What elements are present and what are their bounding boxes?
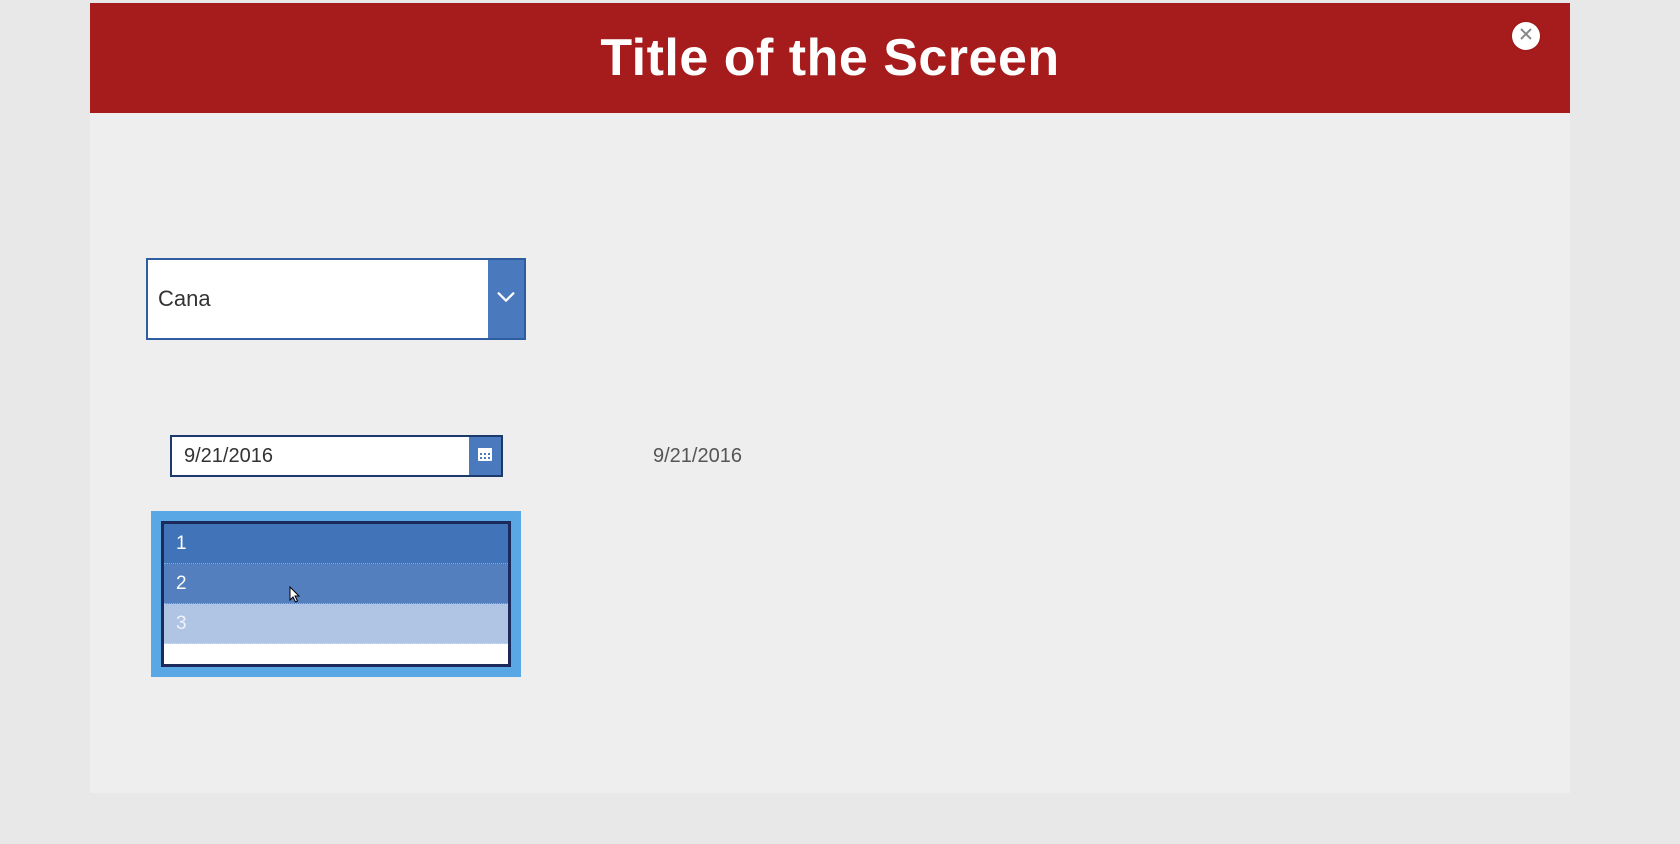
date-display-label: 9/21/2016 bbox=[653, 445, 742, 468]
combobox-dropdown-button[interactable] bbox=[488, 260, 524, 338]
content-area: 9/21/2016 1 2 3 bbox=[90, 113, 1570, 793]
country-combobox-input[interactable] bbox=[148, 260, 488, 338]
page-title: Title of the Screen bbox=[600, 28, 1059, 88]
list-item-label: 2 bbox=[176, 573, 187, 595]
date-picker[interactable] bbox=[170, 435, 503, 477]
chevron-down-icon bbox=[495, 286, 517, 313]
country-combobox[interactable] bbox=[146, 258, 526, 340]
list-item-label: 3 bbox=[176, 613, 187, 635]
list-item-empty[interactable] bbox=[164, 644, 508, 664]
header-bar: Title of the Screen bbox=[90, 3, 1570, 113]
date-picker-input[interactable] bbox=[172, 437, 469, 475]
cursor-pointer-icon bbox=[289, 586, 301, 604]
list-item[interactable]: 2 bbox=[164, 564, 508, 604]
list-item[interactable]: 1 bbox=[164, 524, 508, 564]
close-icon bbox=[1520, 27, 1532, 45]
listbox[interactable]: 1 2 3 bbox=[151, 511, 521, 677]
list-item-label: 1 bbox=[176, 533, 187, 555]
calendar-icon bbox=[477, 446, 493, 467]
date-picker-button[interactable] bbox=[469, 437, 501, 475]
close-button[interactable] bbox=[1512, 22, 1540, 50]
list-item[interactable]: 3 bbox=[164, 604, 508, 644]
